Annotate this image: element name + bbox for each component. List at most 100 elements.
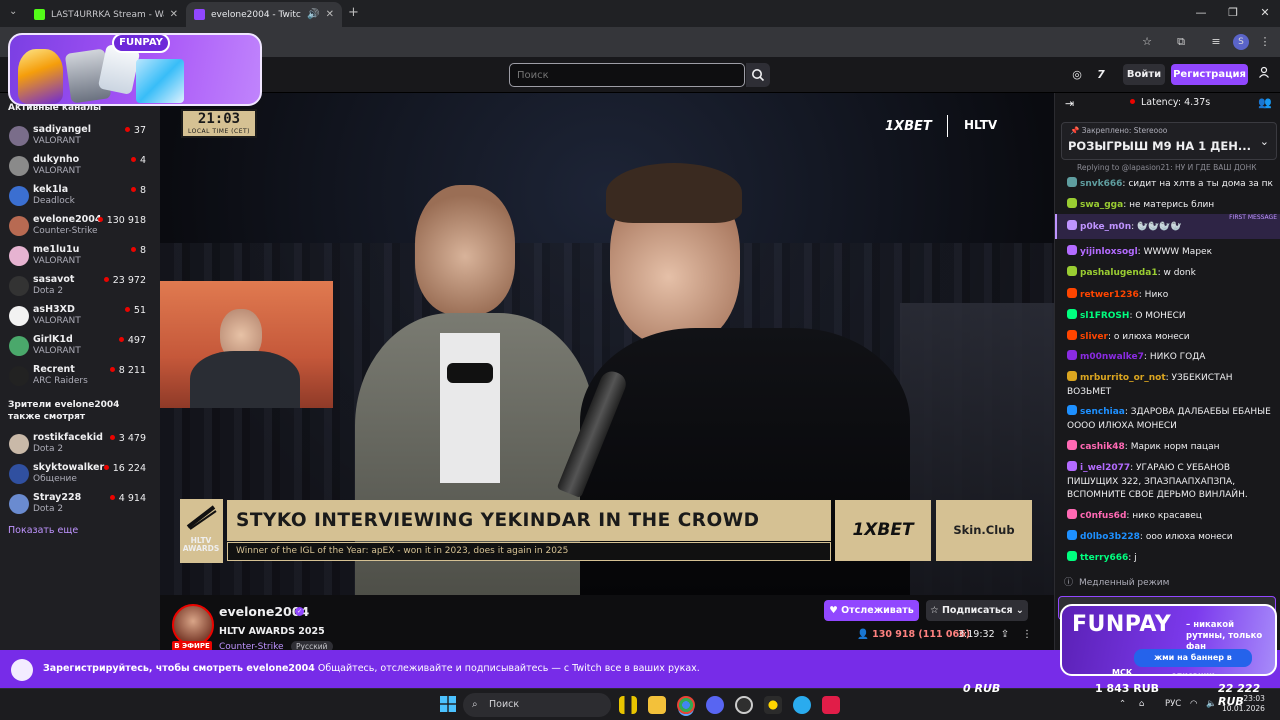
sponsor-logo-top: 1XBET xyxy=(885,119,932,134)
sidebar-channel[interactable]: Recrent ARC Raiders 8 211 xyxy=(0,362,160,392)
chat-username[interactable]: retwer1236 xyxy=(1080,290,1139,300)
network-icon[interactable]: ⌂ xyxy=(1139,699,1144,709)
audio-playing-icon[interactable]: 🔊 xyxy=(307,9,319,20)
volume-icon[interactable]: 🔈 xyxy=(1206,699,1217,709)
taskbar-app-icon[interactable] xyxy=(619,696,637,714)
pinned-message[interactable]: 📌 Закреплено: Stereooo РОЗЫГРЫШ М9 НА 1 … xyxy=(1061,122,1277,160)
share-icon[interactable]: ⇪ xyxy=(998,628,1012,642)
user-icon[interactable] xyxy=(1255,66,1273,84)
tab-search-icon[interactable]: ⌄ xyxy=(9,6,17,17)
more-options-icon[interactable]: ⋮ xyxy=(1020,628,1034,642)
chat-username[interactable]: i_wel2077 xyxy=(1080,463,1130,473)
file-explorer-icon[interactable] xyxy=(648,696,666,714)
funpay-ad-top[interactable]: FUNPAY xyxy=(8,33,262,106)
channel-avatar xyxy=(9,276,29,296)
kick-icon xyxy=(34,9,45,20)
sidebar-channel[interactable]: sasavot Dota 2 23 972 xyxy=(0,272,160,302)
chat-username[interactable]: m00nwalke7 xyxy=(1080,352,1144,362)
close-tab-icon[interactable]: ✕ xyxy=(170,9,178,20)
chrome-icon[interactable] xyxy=(677,696,695,714)
sidebar-channel[interactable]: evelone2004 Counter-Strike 130 918 xyxy=(0,212,160,242)
extensions-icon[interactable]: ⧉ xyxy=(1172,33,1190,51)
chat-username[interactable]: sliver xyxy=(1080,332,1108,342)
live-dot xyxy=(124,307,130,312)
minimize-button[interactable]: — xyxy=(1189,4,1213,22)
discord-icon[interactable] xyxy=(706,696,724,714)
chat-text: нико красавец xyxy=(1132,511,1202,521)
chat-username[interactable]: mrburrito_or_not xyxy=(1080,373,1166,383)
twitch-glitch-icon xyxy=(11,659,33,681)
lower-third-sponsor: 1XBET xyxy=(835,500,931,561)
bookmark-star-icon[interactable]: ☆ xyxy=(1138,33,1156,51)
subscribe-button[interactable]: ☆ Подписаться ⌄ xyxy=(926,600,1028,621)
channel-avatar xyxy=(9,246,29,266)
tray-expand-icon[interactable]: ⌃ xyxy=(1119,699,1126,709)
chevron-down-icon[interactable]: ⌄ xyxy=(1260,135,1269,148)
sidebar-channel[interactable]: me1lu1u VALORANT 8 xyxy=(0,242,160,272)
follow-button[interactable]: ♥ Отслеживать xyxy=(824,600,919,621)
close-tab-icon[interactable]: ✕ xyxy=(326,9,334,20)
app-sun-icon[interactable] xyxy=(764,696,782,714)
user-badge-icon xyxy=(1067,350,1077,360)
user-badge-icon xyxy=(1067,440,1077,450)
sidebar-channel[interactable]: sadiyangel VALORANT 37 xyxy=(0,122,160,152)
profile-avatar[interactable]: S xyxy=(1233,34,1249,50)
funpay-cta: жми на баннер в описании xyxy=(1134,649,1252,674)
new-tab-button[interactable]: + xyxy=(348,5,359,20)
funpay-ad-bottom[interactable]: FUNPAY – никакой рутины, только фан жми … xyxy=(1060,604,1277,676)
chat-panel: ⇥ Latency: 4.37s 👥 📌 Закреплено: Stereoo… xyxy=(1054,93,1280,650)
show-more-link[interactable]: Показать еще xyxy=(8,525,78,536)
sidebar-channel[interactable]: dukynho VALORANT 4 xyxy=(0,152,160,182)
taskbar-search[interactable]: ⌕ Поиск xyxy=(463,693,611,717)
extension-7tv-icon[interactable]: 7 xyxy=(1092,66,1110,84)
user-badge-icon xyxy=(1067,509,1077,519)
chat-username[interactable]: p0ke_m0n xyxy=(1080,222,1131,232)
channel-category: Deadlock xyxy=(33,196,75,206)
live-dot xyxy=(130,157,136,162)
sidebar-channel[interactable]: GirlK1d VALORANT 497 xyxy=(0,332,160,362)
chat-username[interactable]: cashik48 xyxy=(1080,442,1125,452)
chat-username[interactable]: pashalugenda1 xyxy=(1080,268,1158,278)
chat-text: WWWW Марек xyxy=(1143,247,1213,257)
windows-start-icon[interactable] xyxy=(440,696,456,712)
channel-name: GirlK1d xyxy=(33,334,73,345)
browser-menu-icon[interactable]: ⋮ xyxy=(1256,33,1274,51)
browser-tab-kick[interactable]: LAST4URRKA Stream - Watch L ✕ xyxy=(26,2,186,27)
maximize-button[interactable]: ❐ xyxy=(1221,4,1245,22)
reading-list-icon[interactable]: ≡ xyxy=(1207,33,1225,51)
chat-username[interactable]: snvk666 xyxy=(1080,179,1122,189)
chat-username[interactable]: senchiaa xyxy=(1080,407,1125,417)
video-player[interactable]: 21:03 LOCAL TIME (CET) 1XBET HLTV HLTV A… xyxy=(160,93,1054,595)
signup-button[interactable]: Регистрация xyxy=(1171,64,1248,85)
search-button[interactable] xyxy=(746,63,770,87)
live-dot xyxy=(109,495,115,500)
sidebar-channel[interactable]: asH3XD VALORANT 51 xyxy=(0,302,160,332)
input-language[interactable]: РУС xyxy=(1165,699,1181,709)
search-input[interactable] xyxy=(509,63,745,87)
login-button[interactable]: Войти xyxy=(1123,64,1165,85)
close-window-button[interactable]: ✕ xyxy=(1253,4,1277,22)
community-icon[interactable]: 👥 xyxy=(1258,96,1272,109)
sidebar-channel[interactable]: skyktowalker Общение 16 224 xyxy=(0,460,160,490)
live-dot xyxy=(103,277,109,282)
telegram-icon[interactable] xyxy=(793,696,811,714)
sidebar-channel[interactable]: rostikfacekid Dota 2 3 479 xyxy=(0,430,160,460)
channel-avatar[interactable] xyxy=(172,604,214,646)
chat-username[interactable]: yijinloxsogl xyxy=(1080,247,1138,257)
local-time-value: 21:03 xyxy=(197,111,241,127)
pinned-text: РОЗЫГРЫШ М9 НА 1 ДЕН... xyxy=(1068,139,1251,153)
steam-icon[interactable] xyxy=(735,696,753,714)
chat-username[interactable]: sl1FROSH xyxy=(1080,311,1129,321)
browser-tab-twitch[interactable]: evelone2004 - Twitch 🔊 ✕ xyxy=(186,2,342,27)
chat-username[interactable]: d0lbo3b228 xyxy=(1080,532,1140,542)
sidebar-channel[interactable]: Stray228 Dota 2 4 914 xyxy=(0,490,160,520)
collapse-chat-icon[interactable]: ⇥ xyxy=(1065,97,1074,110)
prime-crown-icon[interactable]: ◎ xyxy=(1068,66,1086,84)
wifi-icon[interactable]: ◠ xyxy=(1190,699,1197,709)
sidebar-channel[interactable]: kek1la Deadlock 8 xyxy=(0,182,160,212)
recording-app-icon[interactable] xyxy=(822,696,840,714)
chat-username[interactable]: tterry666 xyxy=(1080,553,1128,563)
chat-username[interactable]: c0nfus6d xyxy=(1080,511,1126,521)
chat-message: snvk666: сидит на хлтв а ты дома за пк xyxy=(1067,177,1275,192)
chat-username[interactable]: swa_gga xyxy=(1080,200,1123,210)
